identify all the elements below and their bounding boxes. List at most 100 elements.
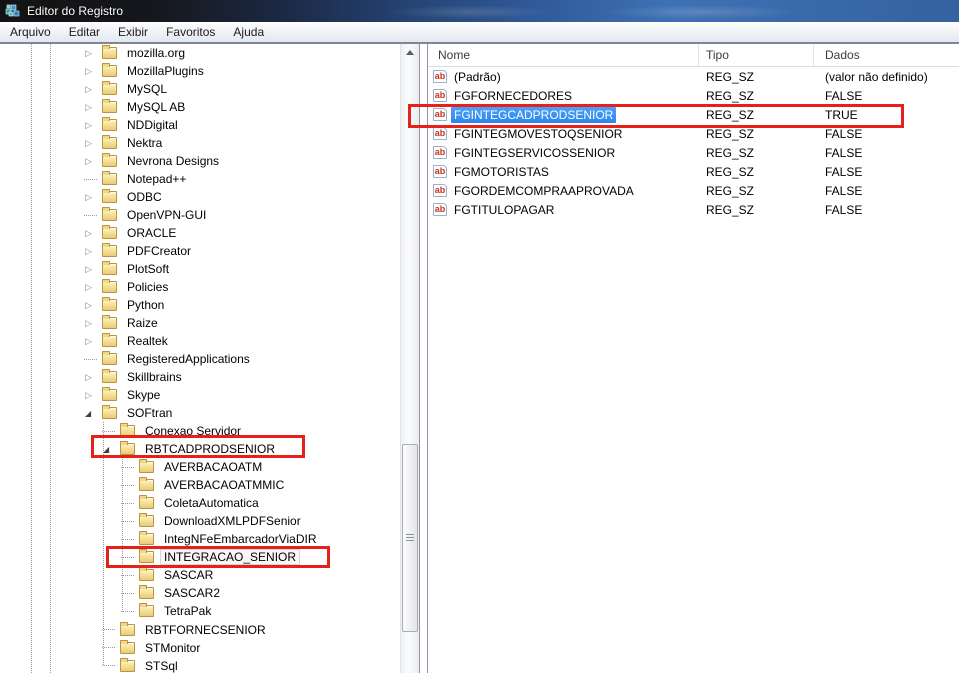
expand-collapse-icon[interactable] bbox=[102, 665, 120, 666]
tree-item[interactable]: SASCAR bbox=[0, 566, 400, 584]
menu-item[interactable]: Favoritos bbox=[157, 23, 224, 41]
tree-item[interactable]: PDFCreator bbox=[0, 242, 400, 260]
tree-item[interactable]: AVERBACAOATMMIC bbox=[0, 476, 400, 494]
expand-collapse-icon[interactable] bbox=[84, 282, 102, 293]
expand-collapse-icon[interactable] bbox=[102, 629, 120, 630]
menu-item[interactable]: Ajuda bbox=[224, 23, 273, 41]
value-name-cell[interactable]: ab FGINTEGSERVICOSSENIOR bbox=[428, 145, 699, 161]
menu-item[interactable]: Exibir bbox=[109, 23, 157, 41]
value-name-cell[interactable]: ab FGINTEGMOVESTOQSENIOR bbox=[428, 126, 699, 142]
menu-item[interactable]: Arquivo bbox=[1, 23, 60, 41]
value-row[interactable]: ab FGINTEGMOVESTOQSENIOR REG_SZ FALSE bbox=[428, 124, 959, 143]
expand-collapse-icon[interactable] bbox=[84, 179, 102, 180]
expand-collapse-icon[interactable] bbox=[84, 409, 102, 418]
tree-item[interactable]: Nektra bbox=[0, 134, 400, 152]
expand-collapse-icon[interactable] bbox=[84, 48, 102, 59]
tree-item[interactable]: DownloadXMLPDFSenior bbox=[0, 512, 400, 530]
value-name-cell[interactable]: ab (Padrão) bbox=[428, 69, 699, 85]
expand-collapse-icon[interactable] bbox=[84, 120, 102, 131]
tree-item[interactable]: RegisteredApplications bbox=[0, 350, 400, 368]
column-header-tipo[interactable]: Tipo bbox=[699, 44, 814, 67]
tree-item[interactable]: Skype bbox=[0, 386, 400, 404]
expand-collapse-icon[interactable] bbox=[84, 264, 102, 275]
value-name-cell[interactable]: ab FGTITULOPAGAR bbox=[428, 202, 699, 218]
tree-item[interactable]: ODBC bbox=[0, 188, 400, 206]
tree-item[interactable]: SASCAR2 bbox=[0, 584, 400, 602]
tree-item[interactable]: OpenVPN-GUI bbox=[0, 206, 400, 224]
expand-collapse-icon[interactable] bbox=[121, 593, 139, 594]
tree-item[interactable]: STSql bbox=[0, 657, 400, 673]
expand-collapse-icon[interactable] bbox=[84, 372, 102, 383]
tree-scrollbar[interactable] bbox=[400, 43, 419, 673]
value-name-cell[interactable]: ab FGFORNECEDORES bbox=[428, 88, 699, 104]
expand-collapse-icon[interactable] bbox=[84, 102, 102, 113]
column-header-nome[interactable]: Nome bbox=[428, 44, 699, 67]
tree-item[interactable]: RBTFORNECSENIOR bbox=[0, 621, 400, 639]
tree-item[interactable]: AVERBACAOATM bbox=[0, 458, 400, 476]
tree-item[interactable]: Policies bbox=[0, 278, 400, 296]
expand-collapse-icon[interactable] bbox=[121, 575, 139, 576]
tree-item[interactable]: PlotSoft bbox=[0, 260, 400, 278]
tree-item[interactable]: Nevrona Designs bbox=[0, 152, 400, 170]
value-name-cell[interactable]: ab FGORDEMCOMPRAAPROVADA bbox=[428, 183, 699, 199]
expand-collapse-icon[interactable] bbox=[121, 539, 139, 540]
tree-item[interactable]: SOFtran bbox=[0, 404, 400, 422]
tree-item[interactable]: TetraPak bbox=[0, 602, 400, 620]
menu-item[interactable]: Editar bbox=[60, 23, 109, 41]
value-row[interactable]: ab FGINTEGCADPRODSENIOR REG_SZ TRUE bbox=[428, 105, 959, 124]
tree-item[interactable]: ORACLE bbox=[0, 224, 400, 242]
expand-collapse-icon[interactable] bbox=[84, 300, 102, 311]
expand-collapse-icon[interactable] bbox=[121, 557, 139, 558]
tree-item[interactable]: MozillaPlugins bbox=[0, 62, 400, 80]
tree-item[interactable]: IntegNFeEmbarcadorViaDIR bbox=[0, 530, 400, 548]
expand-collapse-icon[interactable] bbox=[84, 390, 102, 401]
expand-collapse-icon[interactable] bbox=[102, 431, 120, 432]
expand-collapse-icon[interactable] bbox=[121, 485, 139, 486]
expand-collapse-icon[interactable] bbox=[121, 611, 139, 612]
column-header-dados[interactable]: Dados bbox=[814, 44, 959, 67]
expand-collapse-icon[interactable] bbox=[121, 467, 139, 468]
value-name-cell[interactable]: ab FGINTEGCADPRODSENIOR bbox=[428, 106, 699, 123]
expand-collapse-icon[interactable] bbox=[121, 521, 139, 522]
folder-icon bbox=[139, 531, 154, 546]
expand-collapse-icon[interactable] bbox=[84, 192, 102, 203]
tree-item[interactable]: Skillbrains bbox=[0, 368, 400, 386]
value-row[interactable]: ab FGORDEMCOMPRAAPROVADA REG_SZ FALSE bbox=[428, 181, 959, 200]
value-name-cell[interactable]: ab FGMOTORISTAS bbox=[428, 164, 699, 180]
tree-item[interactable]: STMonitor bbox=[0, 639, 400, 657]
tree-item[interactable]: ColetaAutomatica bbox=[0, 494, 400, 512]
tree-item[interactable]: Python bbox=[0, 296, 400, 314]
expand-collapse-icon[interactable] bbox=[84, 138, 102, 149]
expand-collapse-icon[interactable] bbox=[84, 336, 102, 347]
tree-item[interactable]: mozilla.org bbox=[0, 44, 400, 62]
scrollbar-thumb[interactable] bbox=[402, 444, 418, 632]
expand-collapse-icon[interactable] bbox=[84, 84, 102, 95]
tree-item[interactable]: Realtek bbox=[0, 332, 400, 350]
expand-collapse-icon[interactable] bbox=[84, 228, 102, 239]
folder-icon bbox=[139, 459, 154, 474]
expand-collapse-icon[interactable] bbox=[84, 359, 102, 360]
tree-item[interactable]: Notepad++ bbox=[0, 170, 400, 188]
expand-collapse-icon[interactable] bbox=[84, 156, 102, 167]
value-row[interactable]: ab FGTITULOPAGAR REG_SZ FALSE bbox=[428, 200, 959, 219]
tree-item[interactable]: Conexao Servidor bbox=[0, 422, 400, 440]
tree-item[interactable]: Raize bbox=[0, 314, 400, 332]
expand-collapse-icon[interactable] bbox=[102, 647, 120, 648]
value-row[interactable]: ab FGFORNECEDORES REG_SZ FALSE bbox=[428, 86, 959, 105]
value-row[interactable]: ab FGMOTORISTAS REG_SZ FALSE bbox=[428, 162, 959, 181]
scrollbar-up-arrow-icon[interactable] bbox=[403, 46, 417, 59]
expand-collapse-icon[interactable] bbox=[84, 215, 102, 216]
tree-item[interactable]: RBTCADPRODSENIOR bbox=[0, 440, 400, 458]
expand-collapse-icon[interactable] bbox=[121, 503, 139, 504]
value-type: REG_SZ bbox=[706, 107, 755, 122]
expand-collapse-icon[interactable] bbox=[84, 66, 102, 77]
tree-item[interactable]: INTEGRACAO_SENIOR bbox=[0, 548, 400, 566]
tree-item[interactable]: NDDigital bbox=[0, 116, 400, 134]
value-row[interactable]: ab FGINTEGSERVICOSSENIOR REG_SZ FALSE bbox=[428, 143, 959, 162]
expand-collapse-icon[interactable] bbox=[84, 246, 102, 257]
expand-collapse-icon[interactable] bbox=[102, 445, 120, 454]
value-row[interactable]: ab (Padrão) REG_SZ (valor não definido) bbox=[428, 67, 959, 86]
tree-item[interactable]: MySQL bbox=[0, 80, 400, 98]
tree-item[interactable]: MySQL AB bbox=[0, 98, 400, 116]
expand-collapse-icon[interactable] bbox=[84, 318, 102, 329]
